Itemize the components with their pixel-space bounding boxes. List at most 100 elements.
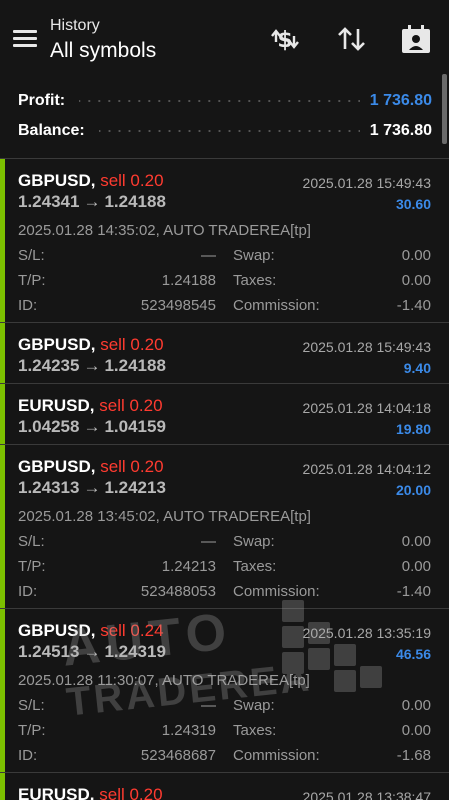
trade-side: sell 0.20 — [99, 396, 163, 415]
commission-value: -1.40 — [396, 297, 431, 314]
arrow-icon: → — [83, 192, 101, 211]
sl-value: — — [201, 247, 216, 264]
tp-label: T/P: — [18, 272, 46, 289]
taxes-value: 0.00 — [401, 722, 431, 739]
trade-row[interactable]: EURUSD, sell 0.20 2025.01.28 14:04:18 1.… — [0, 383, 449, 444]
sl-label: S/L: — [18, 247, 45, 264]
sl-label: S/L: — [18, 697, 45, 714]
taxes-label: Taxes: — [233, 272, 277, 289]
taxes-label: Taxes: — [233, 558, 277, 575]
trade-symbol: EURUSD, — [18, 396, 95, 415]
trade-title: GBPUSD, sell 0.20 — [18, 457, 164, 477]
app-bar: History All symbols $ — [0, 0, 449, 80]
trade-profit: 20.00 — [395, 482, 431, 498]
trade-row[interactable]: GBPUSD, sell 0.20 2025.01.28 15:49:43 1.… — [0, 322, 449, 383]
trade-side: sell 0.20 — [100, 457, 164, 476]
trade-side: sell 0.20 — [100, 335, 164, 354]
dotted-leader — [79, 100, 360, 102]
trade-time: 2025.01.28 13:38:47 — [302, 789, 431, 800]
trade-profit: 19.80 — [395, 421, 431, 437]
trade-profit: 46.56 — [395, 646, 431, 662]
svg-text:$: $ — [277, 28, 292, 53]
commission-label: Commission: — [233, 583, 320, 600]
balance-row: Balance: 1 736.80 — [18, 120, 432, 142]
swap-label: Swap: — [233, 247, 275, 264]
header-subtitle: History — [50, 17, 100, 34]
id-label: ID: — [18, 297, 38, 314]
taxes-label: Taxes: — [233, 722, 277, 739]
trade-open-info: 2025.01.28 11:30:07, AUTO TRADEREA[tp] — [18, 672, 310, 689]
id-value: 523498545 — [140, 297, 216, 314]
trade-time: 2025.01.28 15:49:43 — [302, 175, 431, 191]
sl-value: — — [201, 697, 216, 714]
sl-value: — — [201, 533, 216, 550]
trade-row[interactable]: GBPUSD, sell 0.20 2025.01.28 14:04:12 1.… — [0, 444, 449, 608]
taxes-value: 0.00 — [401, 272, 431, 289]
trade-title: GBPUSD, sell 0.20 — [18, 335, 164, 355]
menu-icon[interactable] — [13, 30, 37, 48]
currency-exchange-icon[interactable]: $ — [268, 22, 302, 56]
commission-label: Commission: — [233, 297, 320, 314]
trade-prices: 1.04258 → 1.04159 — [18, 417, 166, 437]
account-summary: Profit: 1 736.80 Balance: 1 736.80 — [0, 80, 449, 160]
dotted-leader — [98, 130, 360, 132]
close-price: 1.24213 — [104, 478, 166, 497]
trade-symbol: GBPUSD, — [18, 457, 96, 476]
balance-label: Balance: — [18, 122, 85, 139]
id-value: 523468687 — [140, 747, 216, 764]
tp-label: T/P: — [18, 722, 46, 739]
sort-icon[interactable] — [335, 22, 369, 56]
commission-label: Commission: — [233, 747, 320, 764]
trade-symbol: EURUSD, — [18, 785, 95, 800]
profit-value: 1 736.80 — [369, 92, 432, 109]
trade-open-info: 2025.01.28 14:35:02, AUTO TRADEREA[tp] — [18, 222, 311, 239]
swap-value: 0.00 — [401, 247, 431, 264]
arrow-icon: → — [83, 356, 101, 375]
trade-accent-bar — [0, 773, 5, 800]
tp-value: 1.24213 — [161, 558, 216, 575]
trade-prices: 1.24235 → 1.24188 — [18, 356, 166, 376]
trade-side: sell 0.20 — [99, 785, 163, 800]
trade-prices: 1.24513 → 1.24319 — [18, 642, 166, 662]
taxes-value: 0.00 — [401, 558, 431, 575]
trade-time: 2025.01.28 15:49:43 — [302, 339, 431, 355]
trade-accent-bar — [0, 445, 5, 608]
tp-label: T/P: — [18, 558, 46, 575]
trade-side: sell 0.20 — [100, 171, 164, 190]
trade-row[interactable]: EURUSD, sell 0.20 2025.01.28 13:38:47 — [0, 772, 449, 800]
trade-side: sell 0.24 — [100, 621, 164, 640]
open-price: 1.24341 — [18, 192, 80, 211]
trade-symbol: GBPUSD, — [18, 335, 96, 354]
trade-title: EURUSD, sell 0.20 — [18, 785, 163, 800]
trade-time: 2025.01.28 14:04:18 — [302, 400, 431, 416]
trade-accent-bar — [0, 609, 5, 772]
swap-label: Swap: — [233, 697, 275, 714]
trade-title: GBPUSD, sell 0.20 — [18, 171, 164, 191]
scrollbar[interactable] — [442, 74, 447, 144]
trade-prices: 1.24341 → 1.24188 — [18, 192, 166, 212]
trade-time: 2025.01.28 14:04:12 — [302, 461, 431, 477]
trade-list: GBPUSD, sell 0.20 2025.01.28 15:49:43 1.… — [0, 158, 449, 800]
commission-value: -1.68 — [396, 747, 431, 764]
open-price: 1.24235 — [18, 356, 80, 375]
arrow-icon: → — [83, 478, 101, 497]
trade-time: 2025.01.28 13:35:19 — [302, 625, 431, 641]
trade-accent-bar — [0, 159, 5, 322]
arrow-icon: → — [83, 642, 101, 661]
trade-title: GBPUSD, sell 0.24 — [18, 621, 164, 641]
trade-symbol: GBPUSD, — [18, 171, 96, 190]
balance-value: 1 736.80 — [369, 122, 432, 139]
open-price: 1.04258 — [18, 417, 80, 436]
trade-symbol: GBPUSD, — [18, 621, 96, 640]
trade-row[interactable]: GBPUSD, sell 0.20 2025.01.28 15:49:43 1.… — [0, 158, 449, 322]
sl-label: S/L: — [18, 533, 45, 550]
trade-title: EURUSD, sell 0.20 — [18, 396, 163, 416]
close-price: 1.24188 — [104, 356, 166, 375]
calendar-icon[interactable] — [399, 22, 433, 56]
symbol-filter-title[interactable]: All symbols — [50, 39, 156, 63]
trade-accent-bar — [0, 384, 5, 444]
close-price: 1.24319 — [104, 642, 166, 661]
close-price: 1.04159 — [104, 417, 166, 436]
open-price: 1.24313 — [18, 478, 80, 497]
trade-row[interactable]: GBPUSD, sell 0.24 2025.01.28 13:35:19 1.… — [0, 608, 449, 772]
